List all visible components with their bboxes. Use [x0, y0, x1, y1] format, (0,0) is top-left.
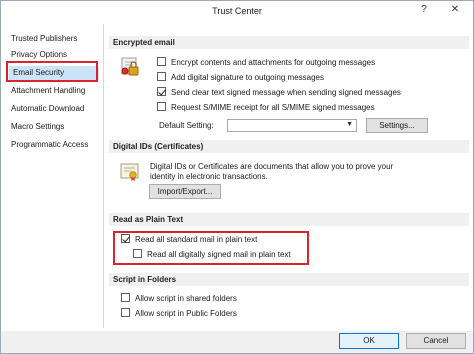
window-title: Trust Center — [212, 6, 262, 16]
sidebar-item-automatic-download[interactable]: Automatic Download — [11, 102, 84, 116]
default-setting-label: Default Setting: — [159, 121, 214, 130]
option-label: Request S/MIME receipt for all S/MIME si… — [171, 103, 375, 112]
section-header-script-in-folders: Script in Folders — [109, 273, 469, 286]
option-label: Encrypt contents and attachments for out… — [171, 58, 376, 67]
title-bar: Trust Center ? ✕ — [1, 1, 473, 23]
option-allow-script-shared[interactable]: Allow script in shared folders — [121, 293, 237, 305]
checkbox-encrypt-contents[interactable] — [157, 57, 166, 66]
option-encrypt-contents[interactable]: Encrypt contents and attachments for out… — [157, 57, 375, 69]
section-header-encrypted-email: Encrypted email — [109, 36, 469, 49]
option-add-digital-signature[interactable]: Add digital signature to outgoing messag… — [157, 72, 324, 84]
help-icon[interactable]: ? — [417, 4, 431, 18]
certificate-icon — [119, 161, 141, 183]
sidebar-item-privacy-options[interactable]: Privacy Options — [11, 48, 67, 62]
ok-button[interactable]: OK — [339, 333, 399, 349]
digital-ids-description: Digital IDs or Certificates are document… — [150, 162, 394, 181]
dialog-footer: OK Cancel — [1, 331, 473, 353]
trust-center-dialog: Trust Center ? ✕ Trusted Publishers Priv… — [0, 0, 474, 354]
main-panel: Encrypted email Encrypt contents and att… — [109, 24, 471, 328]
option-request-smime-receipt[interactable]: Request S/MIME receipt for all S/MIME si… — [157, 102, 375, 114]
checkbox-allow-script-shared[interactable] — [121, 293, 130, 302]
lock-certificate-icon — [119, 56, 141, 78]
sidebar-item-attachment-handling[interactable]: Attachment Handling — [11, 84, 85, 98]
highlight-box-email-security — [6, 61, 98, 82]
checkbox-send-clear-text[interactable] — [157, 87, 166, 96]
sidebar-item-programmatic-access[interactable]: Programmatic Access — [11, 138, 88, 152]
highlight-box-read-plain-text — [113, 231, 309, 265]
option-allow-script-public[interactable]: Allow script in Public Folders — [121, 308, 237, 320]
sidebar-item-trusted-publishers[interactable]: Trusted Publishers — [11, 32, 77, 46]
section-header-read-plain-text: Read as Plain Text — [109, 213, 469, 226]
sidebar-item-macro-settings[interactable]: Macro Settings — [11, 120, 64, 134]
checkbox-request-smime-receipt[interactable] — [157, 102, 166, 111]
chevron-down-icon: ▼ — [346, 121, 353, 128]
default-setting-dropdown[interactable]: ▼ — [227, 119, 357, 132]
option-label: Allow script in shared folders — [135, 294, 237, 303]
close-icon[interactable]: ✕ — [448, 4, 462, 18]
checkbox-allow-script-public[interactable] — [121, 308, 130, 317]
option-send-clear-text[interactable]: Send clear text signed message when send… — [157, 87, 401, 99]
section-header-digital-ids: Digital IDs (Certificates) — [109, 140, 469, 153]
checkbox-add-digital-signature[interactable] — [157, 72, 166, 81]
cancel-button[interactable]: Cancel — [406, 333, 466, 349]
settings-button[interactable]: Settings... — [366, 118, 428, 133]
import-export-button[interactable]: Import/Export... — [149, 184, 221, 199]
option-label: Send clear text signed message when send… — [171, 88, 401, 97]
option-label: Allow script in Public Folders — [135, 309, 237, 318]
option-label: Add digital signature to outgoing messag… — [171, 73, 324, 82]
